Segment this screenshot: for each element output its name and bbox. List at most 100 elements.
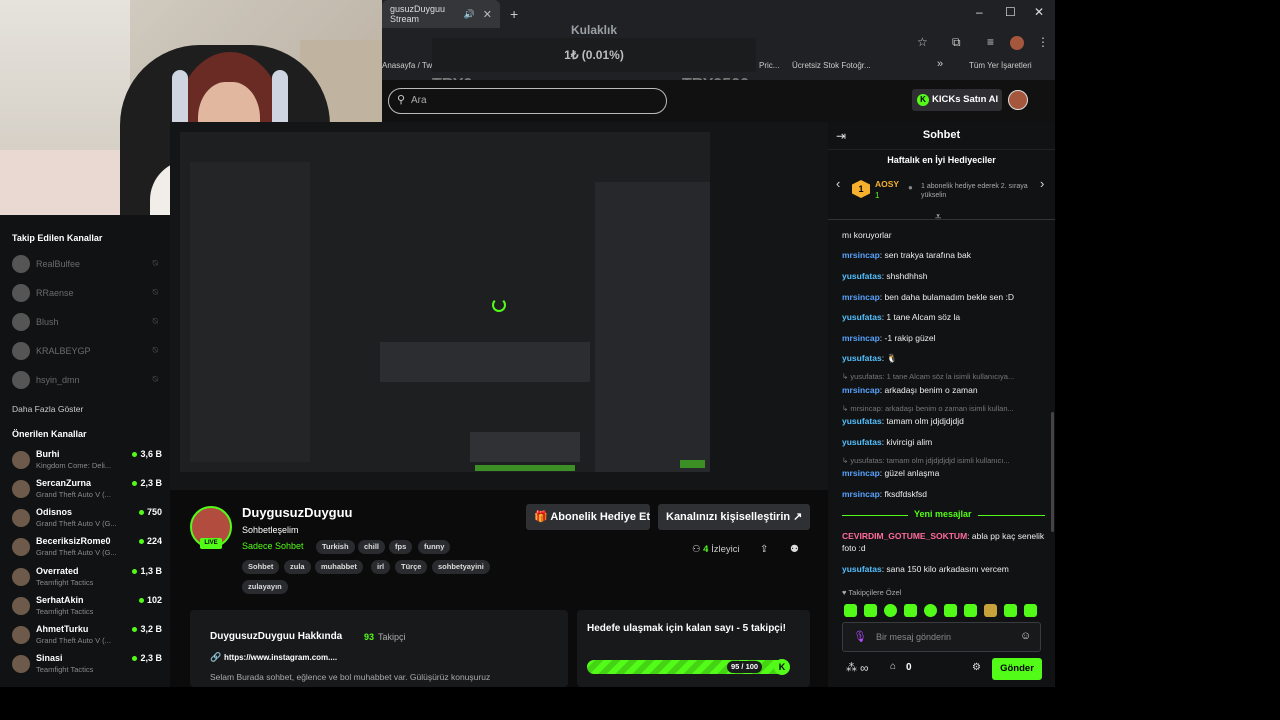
menu-icon[interactable]: ⋮ [1037,35,1049,49]
instagram-link[interactable]: https://www.instagram.com.... [224,653,337,662]
gift-icon: 🎁 [534,511,548,523]
chevron-left-icon[interactable]: ‹ [836,176,840,191]
followed-channel[interactable]: hsyin_dmn ⍉ [12,371,162,391]
kick-logo-icon: K [774,659,790,675]
emote: 🐧 [886,353,898,363]
chevron-right-icon[interactable]: › [1040,176,1044,191]
chat-message: mrsincap: fksdfdskfsd [842,489,928,499]
bookmark-item[interactable]: Ücretsiz Stok Fotoğr... [792,61,871,70]
recommended-channel[interactable]: SerhatAkin Teamfight Tactics 102 [12,594,162,620]
store-icon[interactable]: ⌂ [890,661,896,672]
tag[interactable]: zulayayın [242,580,288,594]
profile-avatar[interactable] [1010,36,1024,50]
bookmark-item[interactable]: Anasayfa / Twi [382,61,434,70]
close-window-button[interactable]: ✕ [1034,5,1044,19]
extensions-icon[interactable]: ⧉ [952,35,961,50]
customize-channel-button[interactable]: Kanalınızı kişiselleştirin ↗ [658,504,810,530]
followed-channel[interactable]: RRaense ⍉ [12,284,162,304]
tag[interactable]: Sohbet [242,560,280,574]
chat-message: mrsincap: sen trakya tarafına bak [842,250,971,260]
channel-name[interactable]: DuygusuzDuyguu [242,505,353,520]
kicks-balance: 0 [906,662,912,673]
emote-button[interactable] [884,604,897,617]
chat-header: ⇥ Sohbet [828,122,1055,150]
emote-button[interactable] [944,604,957,617]
about-description: Selam Burada sohbet, eğlence ve bol muha… [210,672,491,682]
goal-title: Hedefe ulaşmak için kalan sayı - 5 takip… [587,623,786,634]
avatar [12,480,30,498]
gifter-name[interactable]: AOSY [875,179,899,189]
tag[interactable]: chill [358,540,386,554]
chat-scrollbar[interactable] [1051,412,1054,532]
expand-icon[interactable]: ⩡ [935,211,941,224]
tag[interactable]: zula [284,560,311,574]
microphone-icon[interactable]: 🎙 [853,630,867,643]
buy-kicks-button[interactable]: K KICKs Satın Al [912,89,1002,111]
sidebar: Takip Edilen Kanallar RealBulfee ⍉ RRaens… [0,215,170,687]
tag[interactable]: sohbetyayini [432,560,490,574]
reply-preview[interactable]: ↳ yusufatas: 1 tane Alcam söz la isimli … [842,372,1047,381]
recommended-channel[interactable]: Burhi Kingdom Come: Deli... 3,6 B [12,448,162,474]
channel-info: LIVE DuygusuzDuyguu Sohbetleşelim Sadece… [170,500,828,610]
reply-preview[interactable]: ↳ mrsincap: arkadaşı benim o zaman isiml… [842,404,1047,413]
reply-preview[interactable]: ↳ yusufatas: tamam olm jdjdjdjdjd isimli… [842,456,1047,465]
emote-button[interactable] [984,604,997,617]
chat-title: Sohbet [922,129,961,141]
recommended-channel[interactable]: Sinasi Teamfight Tactics 2,3 B [12,652,162,678]
tag[interactable]: funny [418,540,451,554]
live-badge: LIVE [200,538,222,549]
recommended-channel[interactable]: SercanZurna Grand Theft Auto V (... 2,3 B [12,477,162,503]
followed-channel[interactable]: KRALBEYGP ⍉ [12,342,162,362]
show-more-link[interactable]: Daha Fazla Göster [12,404,83,414]
search-input[interactable]: ⚲ Ara [388,88,667,114]
stream-title: Sohbetleşelim [242,525,299,535]
emote-button[interactable] [904,604,917,617]
stream-category[interactable]: Sadece Sohbet [242,541,304,551]
tag[interactable]: fps [389,540,413,554]
avatar [12,313,30,331]
share-icon[interactable]: ⇪ [760,544,768,555]
followed-channel[interactable]: RealBulfee ⍉ [12,255,162,275]
chat-message: yusufatas: kivircigi alim [842,437,933,447]
emote-button[interactable] [864,604,877,617]
tag[interactable]: Turkish [316,540,355,554]
followed-channel[interactable]: Blush ⍉ [12,313,162,333]
followers-label: Takipçi [378,632,406,642]
chat-input[interactable]: 🎙 Bir mesaj gönderin ☺ [842,622,1041,652]
recommended-channel[interactable]: Odisnos Grand Theft Auto V (G... 750 [12,506,162,532]
minimize-button[interactable]: – [976,5,983,19]
avatar [12,626,30,644]
video-player[interactable] [170,122,828,490]
bookmark-item[interactable]: Tüm Yer İşaretleri [969,61,1032,70]
tag[interactable]: muhabbet [315,560,363,574]
media-icon[interactable]: ≡ [987,35,994,49]
tag[interactable]: Türçe [395,560,428,574]
live-dot [138,539,144,545]
star-icon[interactable]: ☆ [917,35,928,49]
recommended-channel[interactable]: Overrated Teamfight Tactics 1,3 B [12,565,162,591]
send-button[interactable]: Gönder [992,658,1042,680]
recommended-channel[interactable]: AhmetTurku Grand Theft Auto V (... 3,2 B [12,623,162,649]
emoji-icon[interactable]: ☺ [1020,630,1031,642]
emote-button[interactable] [1024,604,1037,617]
offline-icon: ⍉ [152,345,158,355]
chat-message: yusufatas: sana 150 kilo arkadasını verc… [842,564,1009,574]
link-icon: 🔗 [210,652,222,662]
gear-icon[interactable]: ⚙ [972,662,981,673]
emote-button[interactable] [844,604,857,617]
live-dot [138,598,144,604]
emote-button[interactable] [964,604,977,617]
emote-button[interactable] [924,604,937,617]
user-avatar[interactable] [1008,90,1028,110]
emote-button[interactable] [1004,604,1017,617]
search-icon: ⚲ [397,94,406,106]
bookmark-item[interactable]: Pric... [759,61,779,70]
follow-icon[interactable]: ⚉ [790,544,799,555]
gift-sub-button[interactable]: 🎁 Abonelik Hediye Et [526,504,650,530]
tag[interactable]: irl [371,560,391,574]
avatar [12,509,30,527]
points-icon[interactable]: ⁂ [846,661,857,674]
maximize-button[interactable]: ☐ [1005,5,1016,19]
recommended-channel[interactable]: BeceriksizRome0 Grand Theft Auto V (G... 2… [12,535,162,561]
bookmark-overflow[interactable]: » [937,58,943,70]
